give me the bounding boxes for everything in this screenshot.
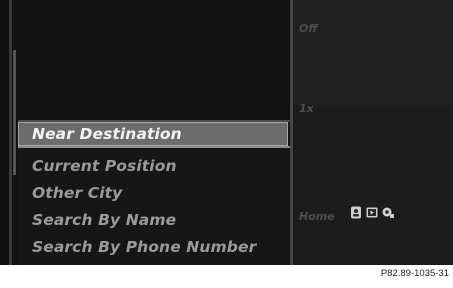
menu-item-search-by-name[interactable]: Search By Name (32, 211, 176, 229)
menu-item-other-city[interactable]: Other City (32, 184, 122, 202)
navigation-screen: Near Destination Current Position Other … (0, 0, 453, 265)
ghost-text-mid: 1x (299, 102, 314, 115)
left-edge (0, 0, 18, 265)
menu-item-near-destination[interactable]: Near Destination (32, 125, 182, 143)
ghost-text-bottom: Home (299, 210, 335, 223)
settings-icon[interactable] (382, 206, 394, 219)
contacts-icon[interactable] (350, 206, 362, 219)
status-icon-row (350, 206, 394, 219)
menu-item-current-position[interactable]: Current Position (32, 157, 177, 175)
menu-blank-area (18, 0, 290, 120)
menu-divider (18, 146, 290, 148)
ghost-text-top: Off (299, 22, 318, 35)
media-icon[interactable] (366, 206, 378, 219)
figure-code: P82.89-1035-31 (380, 268, 449, 279)
menu-item-search-by-phone-number[interactable]: Search By Phone Number (32, 238, 256, 256)
poi-search-menu: Near Destination Current Position Other … (18, 0, 290, 265)
right-panel: Off 1x Home (293, 0, 453, 265)
